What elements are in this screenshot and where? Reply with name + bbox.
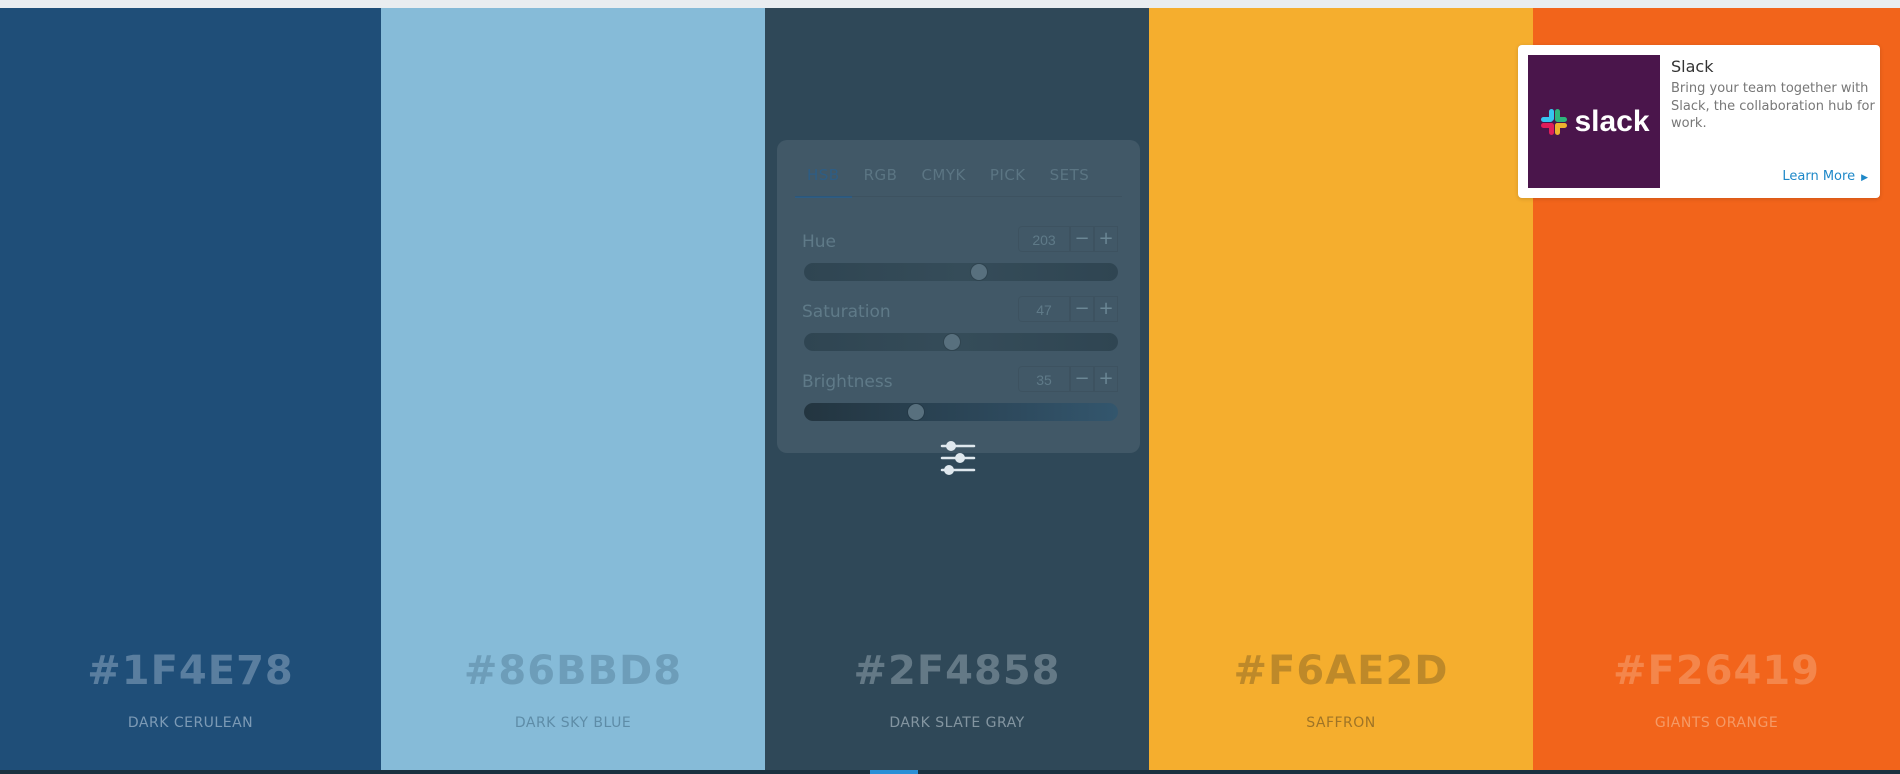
brightness-control: Brightness 35 − +	[802, 366, 1118, 422]
color-name[interactable]: DARK CERULEAN	[0, 715, 381, 731]
brightness-label: Brightness	[802, 372, 893, 392]
color-hex[interactable]: #86BBD8	[381, 648, 765, 694]
brightness-slider-handle[interactable]	[908, 404, 925, 420]
hue-label: Hue	[802, 232, 837, 252]
brightness-stepper: 35 − +	[1018, 366, 1118, 392]
ad-description[interactable]: Bring your team together with Slack, the…	[1671, 80, 1876, 133]
saturation-decrement-button[interactable]: −	[1070, 296, 1094, 322]
hue-slider-handle[interactable]	[970, 264, 987, 280]
adjust-tabs: HSB RGB CMYK PICK SETS	[795, 160, 1122, 198]
saturation-control: Saturation 47 − +	[802, 296, 1118, 352]
color-swatch-4[interactable]: #F6AE2D SAFFRON	[1149, 8, 1533, 770]
color-hex[interactable]: #F26419	[1533, 648, 1900, 694]
color-swatch-2[interactable]: #86BBD8 DARK SKY BLUE	[381, 8, 765, 770]
adjust-panel: HSB RGB CMYK PICK SETS Hue 203 − + Satur…	[777, 140, 1140, 453]
slack-logo[interactable]: slack	[1528, 55, 1660, 188]
saturation-increment-button[interactable]: +	[1094, 296, 1118, 322]
tab-cmyk[interactable]: CMYK	[909, 160, 977, 196]
color-name[interactable]: SAFFRON	[1149, 715, 1533, 731]
color-hex[interactable]: #F6AE2D	[1149, 648, 1533, 694]
ad-title[interactable]: Slack	[1671, 57, 1713, 76]
bottom-accent	[870, 770, 918, 774]
color-name[interactable]: GIANTS ORANGE	[1533, 715, 1900, 731]
hue-decrement-button[interactable]: −	[1070, 226, 1094, 252]
brightness-decrement-button[interactable]: −	[1070, 366, 1094, 392]
saturation-label: Saturation	[802, 302, 891, 322]
sponsored-ad[interactable]: slack Slack Bring your team together wit…	[1518, 45, 1880, 198]
slack-hash-icon	[1541, 108, 1568, 135]
hue-value-input[interactable]: 203	[1018, 226, 1070, 252]
tab-pick[interactable]: PICK	[978, 160, 1038, 196]
color-swatch-1[interactable]: #1F4E78 DARK CERULEAN	[0, 8, 381, 770]
learn-more-label: Learn More	[1782, 169, 1856, 184]
color-name[interactable]: DARK SKY BLUE	[381, 715, 765, 731]
sliders-icon[interactable]	[938, 438, 978, 478]
tab-sets[interactable]: SETS	[1038, 160, 1102, 196]
tab-divider	[795, 196, 1122, 197]
saturation-value-input[interactable]: 47	[1018, 296, 1070, 322]
color-name[interactable]: DARK SLATE GRAY	[765, 715, 1149, 731]
top-strip	[0, 0, 1900, 8]
saturation-stepper: 47 − +	[1018, 296, 1118, 322]
tab-rgb[interactable]: RGB	[852, 160, 910, 196]
saturation-slider[interactable]	[804, 333, 1118, 351]
learn-more-link[interactable]: Learn More ▶	[1782, 169, 1868, 184]
hue-slider[interactable]	[804, 263, 1118, 281]
caret-right-icon: ▶	[1861, 173, 1868, 183]
brightness-increment-button[interactable]: +	[1094, 366, 1118, 392]
color-hex[interactable]: #1F4E78	[0, 648, 381, 694]
saturation-slider-handle[interactable]	[944, 334, 961, 350]
bottom-strip	[0, 770, 1900, 774]
slack-wordmark: slack	[1574, 104, 1650, 138]
brightness-value-input[interactable]: 35	[1018, 366, 1070, 392]
hue-increment-button[interactable]: +	[1094, 226, 1118, 252]
hue-stepper: 203 − +	[1018, 226, 1118, 252]
tab-hsb[interactable]: HSB	[795, 160, 852, 198]
brightness-slider[interactable]	[804, 403, 1118, 421]
color-hex[interactable]: #2F4858	[765, 648, 1149, 694]
hue-control: Hue 203 − +	[802, 226, 1118, 282]
